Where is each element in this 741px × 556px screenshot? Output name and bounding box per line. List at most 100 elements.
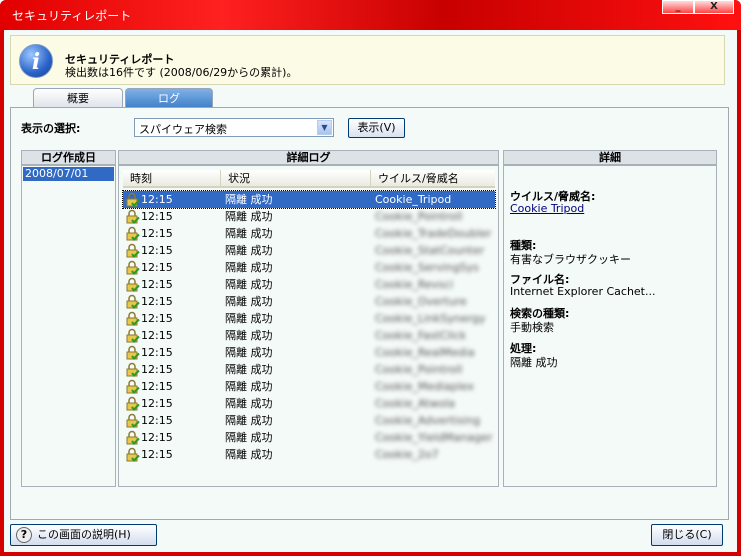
minimize-button[interactable]: _ — [662, 0, 694, 14]
column-time[interactable]: 時刻 — [123, 170, 221, 188]
security-report-window: セキュリティレポート _ X i セキュリティレポート 検出数は16件です (2… — [0, 0, 741, 556]
lock-check-icon — [126, 430, 140, 445]
table-row[interactable]: 12:15 隔離 成功 Cookie_2o7 — [123, 446, 495, 463]
row-status: 隔離 成功 — [225, 312, 273, 325]
table-row[interactable]: 12:15 隔離 成功 Cookie_LinkSynergy — [123, 310, 495, 327]
lock-check-icon — [126, 413, 140, 428]
row-threat-name: Cookie_RealMedia — [375, 346, 475, 359]
row-status: 隔離 成功 — [225, 261, 273, 274]
row-threat-name: Cookie_2o7 — [375, 448, 439, 461]
close-window-button[interactable]: X — [694, 0, 734, 14]
chevron-down-icon[interactable]: ▼ — [317, 120, 332, 135]
date-panel-header: ログ作成日 — [21, 150, 116, 165]
show-button[interactable]: 表示(V) — [348, 118, 405, 138]
lock-check-icon — [126, 311, 140, 326]
row-threat-name: Cookie_Advertising — [375, 414, 481, 427]
row-threat-name: Cookie_Mediaplex — [375, 380, 474, 393]
tab-summary[interactable]: 概要 — [33, 88, 123, 108]
type-value: 有害なブラウザクッキー — [510, 253, 631, 266]
column-threat-name[interactable]: ウイルス/脅威名 — [371, 170, 495, 188]
row-threat-name: Cookie_Revsci — [375, 278, 454, 291]
table-row[interactable]: 12:15 隔離 成功 Cookie_Advertising — [123, 412, 495, 429]
row-time: 12:15 — [141, 227, 173, 240]
lock-check-icon — [126, 362, 140, 377]
lock-check-icon — [126, 447, 140, 462]
row-status: 隔離 成功 — [225, 278, 273, 291]
row-status: 隔離 成功 — [225, 193, 273, 206]
row-time: 12:15 — [141, 448, 173, 461]
row-status: 隔離 成功 — [225, 210, 273, 223]
help-button[interactable]: ? この画面の説明(H) — [10, 524, 157, 546]
row-status: 隔離 成功 — [225, 448, 273, 461]
lock-check-icon — [126, 277, 140, 292]
row-time: 12:15 — [141, 312, 173, 325]
table-row[interactable]: 12:15 隔離 成功 Cookie_Atwola — [123, 395, 495, 412]
table-row[interactable]: 12:15 隔離 成功 Cookie_Mediaplex — [123, 378, 495, 395]
row-threat-name: Cookie_FastClick — [375, 329, 467, 342]
row-time: 12:15 — [141, 210, 173, 223]
row-status: 隔離 成功 — [225, 431, 273, 444]
row-status: 隔離 成功 — [225, 295, 273, 308]
row-time: 12:15 — [141, 346, 173, 359]
client-area: i セキュリティレポート 検出数は16件です (2008/06/29からの累計)… — [4, 30, 737, 552]
banner-subtitle: 検出数は16件です (2008/06/29からの累計)。 — [65, 66, 298, 79]
view-select[interactable]: スパイウェア検索 ▼ — [134, 118, 334, 137]
row-time: 12:15 — [141, 363, 173, 376]
table-row[interactable]: 12:15 隔離 成功 Cookie_StatCounter — [123, 242, 495, 259]
threat-link[interactable]: Cookie Tripod — [510, 202, 584, 215]
row-threat-name: Cookie_ServingSys — [375, 261, 479, 274]
row-status: 隔離 成功 — [225, 397, 273, 410]
row-time: 12:15 — [141, 244, 173, 257]
scan-type-value: 手動検索 — [510, 321, 554, 334]
table-row[interactable]: 12:15 隔離 成功 Cookie_Tripod — [122, 190, 496, 209]
lock-check-icon — [126, 396, 140, 411]
lock-check-icon — [126, 379, 140, 394]
row-threat-name: Cookie_LinkSynergy — [375, 312, 486, 325]
row-time: 12:15 — [141, 414, 173, 427]
title-bar[interactable]: セキュリティレポート _ X — [0, 0, 741, 30]
table-row[interactable]: 12:15 隔離 成功 Cookie_Overture — [123, 293, 495, 310]
row-status: 隔離 成功 — [225, 380, 273, 393]
row-threat-name: Cookie_Pointroll — [375, 210, 463, 223]
table-row[interactable]: 12:15 隔離 成功 Cookie_YieldManager — [123, 429, 495, 446]
log-list-header: 詳細ログ — [118, 150, 499, 165]
view-select-value: スパイウェア検索 — [139, 123, 227, 136]
row-status: 隔離 成功 — [225, 414, 273, 427]
table-row[interactable]: 12:15 隔離 成功 Cookie_FastClick — [123, 327, 495, 344]
row-time: 12:15 — [141, 329, 173, 342]
lock-check-icon — [126, 345, 140, 360]
info-icon: i — [19, 44, 53, 78]
file-value: Internet Explorer Cachet... — [510, 285, 656, 298]
row-status: 隔離 成功 — [225, 329, 273, 342]
row-time: 12:15 — [141, 261, 173, 274]
row-threat-name: Cookie_Tripod — [375, 193, 452, 206]
row-status: 隔離 成功 — [225, 363, 273, 376]
lock-check-icon — [126, 243, 140, 258]
row-threat-name: Cookie_Pointroll — [375, 363, 463, 376]
row-time: 12:15 — [141, 397, 173, 410]
column-status[interactable]: 状況 — [221, 170, 371, 188]
tab-log[interactable]: ログ — [125, 88, 213, 108]
date-item[interactable]: 2008/07/01 — [23, 167, 114, 181]
lock-check-icon — [126, 226, 140, 241]
close-button[interactable]: 閉じる(C) — [651, 524, 723, 546]
row-status: 隔離 成功 — [225, 244, 273, 257]
help-icon: ? — [16, 527, 32, 543]
row-threat-name: Cookie_TradeDoubler — [375, 227, 492, 240]
help-button-label: この画面の説明(H) — [37, 528, 131, 541]
lock-check-icon — [126, 260, 140, 275]
row-threat-name: Cookie_Overture — [375, 295, 467, 308]
table-row[interactable]: 12:15 隔離 成功 Cookie_Pointroll — [123, 361, 495, 378]
row-threat-name: Cookie_StatCounter — [375, 244, 485, 257]
detail-header: 詳細 — [503, 150, 717, 165]
lock-check-icon — [126, 294, 140, 309]
table-row[interactable]: 12:15 隔離 成功 Cookie_ServingSys — [123, 259, 495, 276]
table-row[interactable]: 12:15 隔離 成功 Cookie_Pointroll — [123, 208, 495, 225]
row-threat-name: Cookie_Atwola — [375, 397, 456, 410]
lock-check-icon — [126, 192, 140, 207]
table-row[interactable]: 12:15 隔離 成功 Cookie_Revsci — [123, 276, 495, 293]
window-title: セキュリティレポート — [12, 9, 132, 23]
log-panel: 表示の選択: スパイウェア検索 ▼ 表示(V) ログ作成日 2008/07/01… — [10, 107, 729, 520]
table-row[interactable]: 12:15 隔離 成功 Cookie_RealMedia — [123, 344, 495, 361]
table-row[interactable]: 12:15 隔離 成功 Cookie_TradeDoubler — [123, 225, 495, 242]
